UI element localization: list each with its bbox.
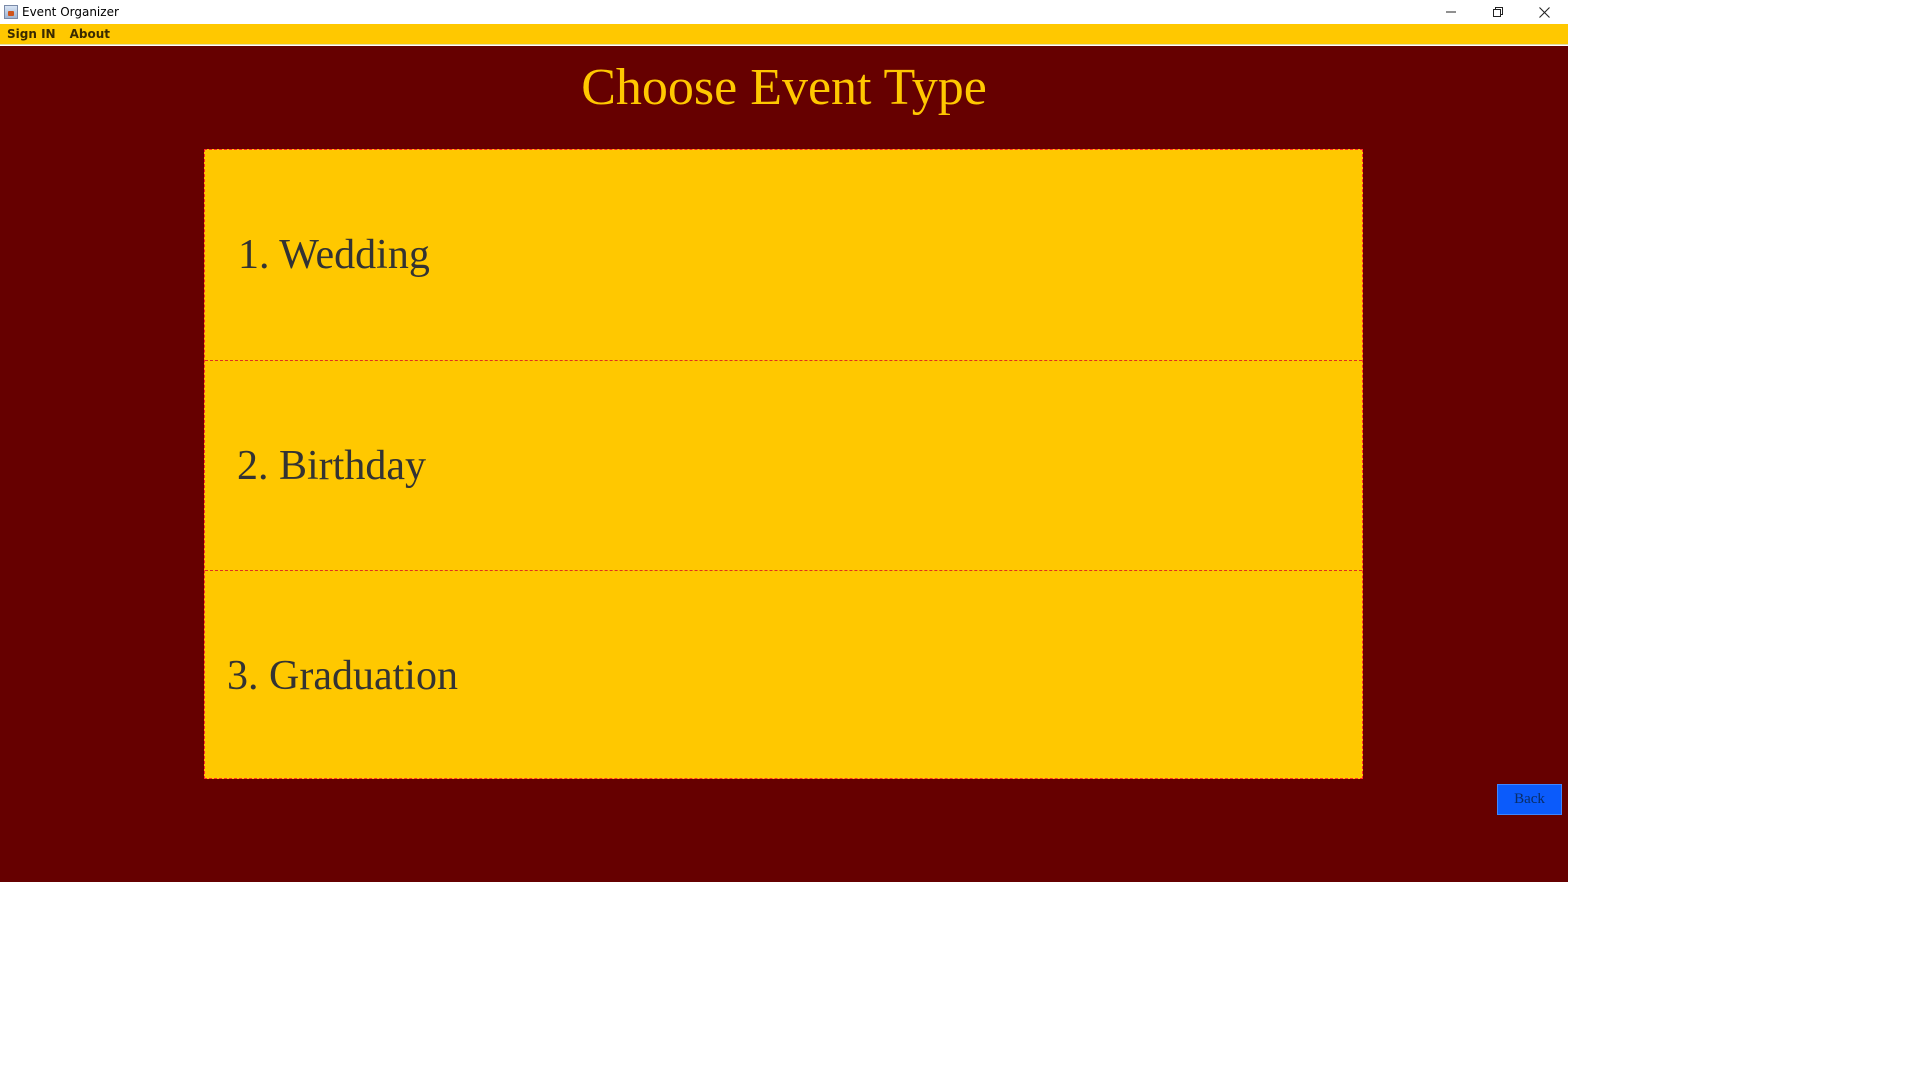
menu-bar: Sign IN About (0, 24, 1568, 45)
event-option-label: 1. Wedding (238, 232, 430, 278)
event-option-graduation[interactable]: 3. Graduation (205, 570, 1362, 780)
event-option-label: 3. Graduation (227, 652, 458, 699)
main-panel: Choose Event Type 1. Wedding 2. Birthday… (0, 46, 1568, 882)
page-title: Choose Event Type (581, 59, 987, 116)
java-app-icon (4, 5, 18, 19)
menu-item-sign-in[interactable]: Sign IN (0, 24, 63, 45)
event-option-wedding[interactable]: 1. Wedding (205, 150, 1362, 360)
close-button[interactable] (1521, 0, 1568, 24)
menu-item-about[interactable]: About (63, 24, 117, 45)
minimize-icon (1445, 11, 1456, 13)
restore-icon (1492, 7, 1503, 17)
close-icon (1539, 6, 1550, 18)
event-type-list: 1. Wedding 2. Birthday 3. Graduation (204, 149, 1363, 779)
app-window: Event Organizer Sign IN About Choose Eve… (0, 0, 1568, 882)
event-option-label: 2. Birthday (237, 442, 426, 489)
back-button[interactable]: Back (1497, 784, 1562, 815)
title-bar: Event Organizer (0, 0, 1568, 24)
minimize-button[interactable] (1427, 0, 1474, 24)
window-controls (1427, 0, 1568, 24)
restore-button[interactable] (1474, 0, 1521, 24)
event-option-birthday[interactable]: 2. Birthday (205, 360, 1362, 570)
window-title: Event Organizer (22, 5, 119, 19)
